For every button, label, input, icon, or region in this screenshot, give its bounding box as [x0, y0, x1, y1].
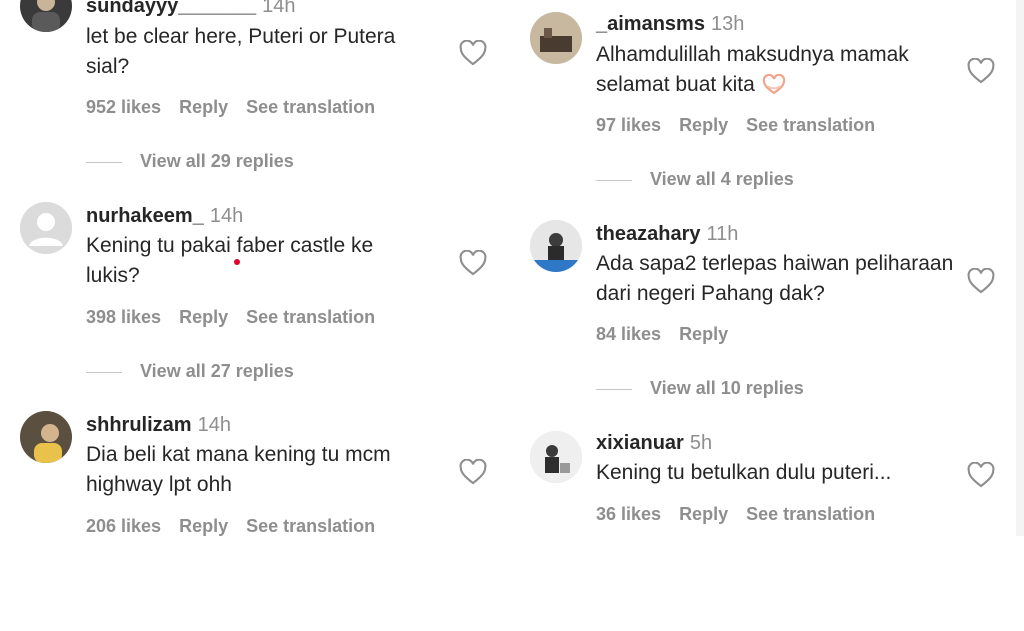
like-heart-icon[interactable] — [459, 40, 487, 66]
likes-count[interactable]: 398 likes — [86, 307, 161, 327]
reply-button[interactable]: Reply — [679, 115, 728, 135]
see-translation-button[interactable]: See translation — [746, 115, 875, 135]
avatar[interactable] — [530, 431, 582, 483]
comment-item: nurhakeem_ 14h Kening tu pakai faber cast… — [0, 202, 510, 404]
comment-header: theazahary 11h — [596, 222, 738, 246]
likes-count[interactable]: 206 likes — [86, 516, 161, 536]
profile-photo-icon — [530, 220, 582, 272]
comment-actions: 97 likes Reply See translation — [596, 114, 893, 136]
timestamp[interactable]: 11h — [707, 223, 739, 245]
replies-divider-line — [86, 371, 122, 373]
comment-header: sundayyy_______ 14h — [86, 0, 296, 18]
reply-button[interactable]: Reply — [179, 97, 228, 117]
view-replies-button[interactable]: View all 29 replies — [86, 150, 294, 172]
see-translation-button[interactable]: See translation — [246, 97, 375, 117]
see-translation-button[interactable]: See translation — [246, 307, 375, 327]
username[interactable]: shhrulizam — [86, 414, 192, 436]
view-replies-label: View all 4 replies — [650, 169, 794, 189]
avatar[interactable] — [530, 12, 582, 64]
like-heart-icon[interactable] — [967, 58, 995, 84]
view-replies-button[interactable]: View all 4 replies — [596, 168, 794, 190]
comment-text: Kening tu pakai faber castle ke lukis? — [86, 234, 374, 287]
avatar[interactable] — [20, 411, 72, 463]
username[interactable]: nurhakeem_ — [86, 205, 204, 227]
view-replies-label: View all 29 replies — [140, 151, 294, 171]
see-translation-button[interactable]: See translation — [246, 516, 375, 536]
username[interactable]: sundayyy_______ — [86, 0, 256, 17]
comments-column-right: _aimansms 13h Alhamdulillah maksudnya mam… — [510, 0, 1024, 536]
red-dot-mark — [234, 259, 240, 265]
likes-count[interactable]: 97 likes — [596, 115, 661, 135]
comments-column-left: sundayyy_______ 14h let be clear here, Pu… — [0, 0, 510, 536]
comment-actions: 84 likes Reply — [596, 323, 746, 345]
comment-header: xixianuar 5h — [596, 431, 712, 455]
likes-count[interactable]: 36 likes — [596, 504, 661, 524]
reply-button[interactable]: Reply — [179, 307, 228, 327]
avatar[interactable] — [20, 0, 72, 32]
comment-actions: 398 likes Reply See translation — [86, 306, 393, 328]
profile-photo-icon — [530, 431, 582, 483]
avatar[interactable] — [20, 202, 72, 254]
like-heart-icon[interactable] — [967, 462, 995, 488]
avatar[interactable] — [530, 220, 582, 272]
reply-button[interactable]: Reply — [679, 504, 728, 524]
comment-actions: 952 likes Reply See translation — [86, 96, 393, 118]
comment-item: theazahary 11h Ada sapa2 terlepas haiwan … — [510, 220, 1024, 422]
reply-button[interactable]: Reply — [679, 324, 728, 344]
profile-photo-icon — [20, 0, 72, 32]
comment-text: Kening tu betulkan dulu puteri... — [596, 461, 892, 484]
comment-text-body: Alhamdulillah maksudnya mamak selamat bu… — [596, 43, 909, 96]
reply-button[interactable]: Reply — [179, 516, 228, 536]
comment-text: Alhamdulillah maksudnya mamak selamat bu… — [596, 40, 941, 100]
comment-header: nurhakeem_ 14h — [86, 204, 243, 228]
view-replies-button[interactable]: View all 27 replies — [86, 360, 294, 382]
like-heart-icon[interactable] — [459, 459, 487, 485]
comment-actions: 36 likes Reply See translation — [596, 503, 893, 525]
replies-divider-line — [86, 161, 122, 163]
like-heart-icon[interactable] — [967, 268, 995, 294]
username[interactable]: xixianuar — [596, 432, 684, 454]
scrollbar-track[interactable] — [1016, 0, 1024, 536]
timestamp[interactable]: 14h — [198, 414, 231, 436]
username[interactable]: theazahary — [596, 223, 701, 245]
comment-item: _aimansms 13h Alhamdulillah maksudnya mam… — [510, 12, 1024, 212]
timestamp[interactable]: 14h — [262, 0, 295, 17]
comment-header: _aimansms 13h — [596, 12, 744, 36]
see-translation-button[interactable]: See translation — [746, 504, 875, 524]
comment-item: xixianuar 5h Kening tu betulkan dulu pute… — [510, 431, 1024, 631]
view-replies-button[interactable]: View all 10 replies — [596, 377, 804, 399]
username[interactable]: _aimansms — [596, 13, 705, 35]
replies-divider-line — [596, 179, 632, 181]
comment-text: let be clear here, Puteri or Putera sial… — [86, 25, 396, 78]
timestamp[interactable]: 14h — [210, 205, 243, 227]
profile-photo-icon — [20, 411, 72, 463]
like-heart-icon[interactable] — [459, 250, 487, 276]
comment-item: shhrulizam 14h Dia beli kat mana kening t… — [0, 411, 510, 613]
comment-item: sundayyy_______ 14h let be clear here, Pu… — [0, 0, 510, 194]
comment-text: Dia beli kat mana kening tu mcm highway … — [86, 443, 391, 496]
timestamp[interactable]: 13h — [711, 13, 744, 35]
view-replies-label: View all 27 replies — [140, 361, 294, 381]
default-profile-icon — [20, 202, 72, 254]
heart-hands-emoji-icon — [762, 74, 785, 95]
comment-text: Ada sapa2 terlepas haiwan peliharaan dar… — [596, 252, 954, 305]
view-replies-label: View all 10 replies — [650, 378, 804, 398]
profile-photo-icon — [530, 12, 582, 64]
comment-actions: 206 likes Reply See translation — [86, 515, 393, 537]
replies-divider-line — [596, 388, 632, 390]
timestamp[interactable]: 5h — [690, 432, 712, 454]
comment-header: shhrulizam 14h — [86, 413, 231, 437]
likes-count[interactable]: 952 likes — [86, 97, 161, 117]
likes-count[interactable]: 84 likes — [596, 324, 661, 344]
